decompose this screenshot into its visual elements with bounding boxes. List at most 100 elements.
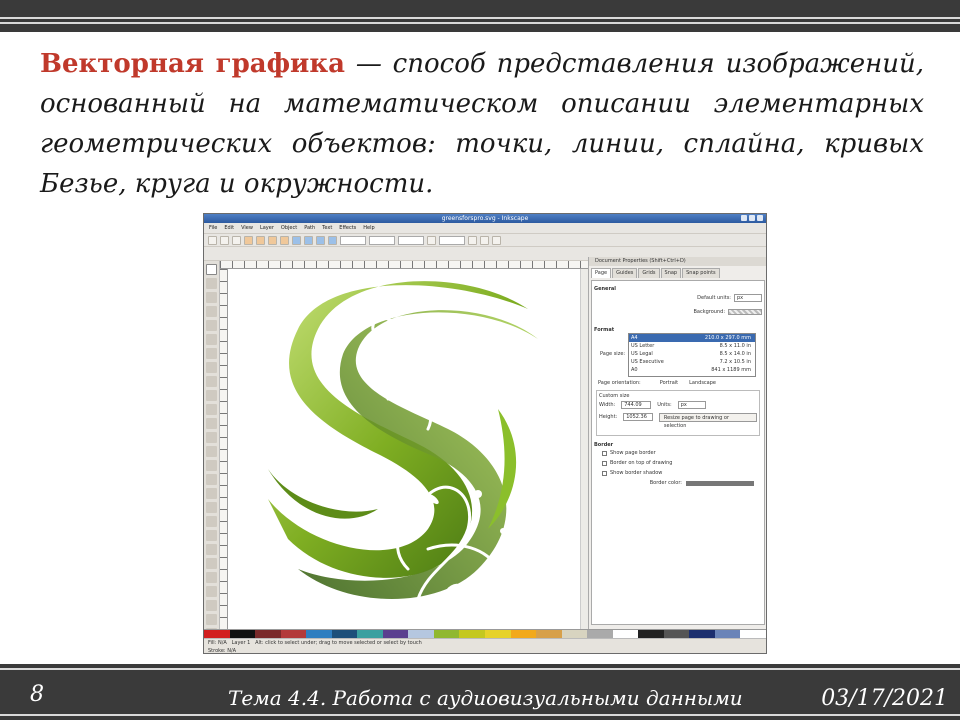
palette-swatch <box>408 630 434 638</box>
border-on-top-checkbox: Border on top of drawing <box>594 458 762 468</box>
page-number: 8 <box>30 682 44 707</box>
palette-swatch <box>485 630 511 638</box>
term: Векторная графика <box>40 49 345 79</box>
menu-item: Edit <box>224 225 235 231</box>
background-row: Background: <box>594 306 762 317</box>
palette-swatch <box>612 630 639 638</box>
palette-swatch <box>714 630 741 638</box>
menu-item: Path <box>304 225 316 231</box>
palette-swatch <box>280 630 307 638</box>
palette-swatch <box>663 630 690 638</box>
menu-item: Effects <box>339 225 357 231</box>
footer-stripe <box>0 714 960 716</box>
menu-item: File <box>209 225 218 231</box>
menu-item: Layer <box>259 225 274 231</box>
palette-swatch <box>689 630 715 638</box>
tool-icon <box>206 544 217 555</box>
layer-name: Layer 1 <box>231 640 251 646</box>
palette-swatch <box>561 630 588 638</box>
top-bar <box>0 0 960 32</box>
page-size-list: A4 210.0 x 297.0 mm US Letter 8.5 x 11.0 in… <box>628 333 756 377</box>
default-units-row: Default units: px <box>594 292 762 303</box>
tool-icon <box>206 432 217 443</box>
page-size-item: A4 210.0 x 297.0 mm <box>629 334 755 342</box>
units-select: px <box>677 401 706 409</box>
tool-icon <box>206 460 217 471</box>
width-row: Width: 744.09 Units: px <box>599 399 757 411</box>
definition-text: Векторная графика — способ представления… <box>40 44 924 204</box>
tool-icon <box>206 390 217 401</box>
dialog-tab: Grids <box>638 268 660 278</box>
tool-icon <box>206 474 217 485</box>
page-size-item: US Letter 8.5 x 11.0 in <box>631 343 751 349</box>
tool-icon <box>206 586 217 597</box>
commands-toolbar <box>204 233 766 247</box>
units-label: Units: <box>657 402 672 408</box>
green-s-artwork <box>268 281 538 601</box>
tool-icon <box>206 614 217 625</box>
palette-swatch <box>587 630 613 638</box>
stroke-label: Stroke: <box>208 648 226 654</box>
menu-item: Object <box>280 225 298 231</box>
dialog-tab: Snap <box>660 268 682 278</box>
fill-label: Fill: <box>208 640 217 646</box>
palette-swatch <box>510 630 537 638</box>
menu-item: Help <box>363 225 375 231</box>
resize-page-button: Resize page to drawing or selection <box>658 412 757 429</box>
tool-icon <box>206 600 217 611</box>
palette-swatch <box>229 630 256 638</box>
width-field: 744.09 <box>621 401 652 409</box>
tool-icon <box>206 516 217 527</box>
footer: 8 Тема 4.4. Работа с аудиовизуальными да… <box>0 664 960 720</box>
width-label: Width: <box>599 402 616 408</box>
dialog-tab: Page <box>591 268 612 278</box>
status-bar: Fill: N/A Layer 1 Alt: click to select u… <box>204 638 766 654</box>
vertical-ruler <box>220 269 228 629</box>
palette-swatch <box>382 630 409 638</box>
tool-icon <box>206 502 217 513</box>
dialog-tab: Snap points <box>682 268 720 278</box>
default-units-label: Default units: <box>697 294 731 301</box>
tool-icon <box>206 418 217 429</box>
portrait-option: Portrait <box>659 379 679 386</box>
page-size-area: Page size: A4 210.0 x 297.0 mm US Letter 8.… <box>594 333 762 377</box>
tool-icon <box>206 278 217 289</box>
height-label: Height: <box>599 414 618 420</box>
top-bar-stripe <box>0 22 960 24</box>
fill-value: N/A <box>217 640 227 646</box>
menu-bar: File Edit View Layer Object Path Text Effects He… <box>204 223 766 233</box>
palette-swatch <box>433 630 460 638</box>
window-title: greensforspro.svg - Inkscape <box>204 214 766 223</box>
border-color-swatch <box>686 480 754 486</box>
tool-icon <box>206 404 217 415</box>
show-border-checkbox: Show page border <box>594 448 762 458</box>
palette-swatch <box>204 630 230 638</box>
slide-date: 03/17/2021 <box>821 686 948 711</box>
tool-icon <box>206 376 217 387</box>
palette-swatch <box>740 630 766 638</box>
tool-icon <box>206 292 217 303</box>
footer-stripe <box>0 668 960 670</box>
border-color-label: Border color: <box>649 480 682 486</box>
tool-icon <box>206 334 217 345</box>
tool-icon <box>206 558 217 569</box>
custom-size-group: Custom size Width: 744.09 Units: px Heig… <box>596 390 760 436</box>
tool-icon <box>206 488 217 499</box>
background-swatch <box>728 308 762 315</box>
dialog-tab: Guides <box>612 268 638 278</box>
default-units-select: px <box>734 293 762 302</box>
menu-item: Text <box>322 225 333 231</box>
palette-swatch <box>357 630 383 638</box>
tool-icon <box>206 446 217 457</box>
tool-icon <box>206 530 217 541</box>
window-controls <box>741 215 763 221</box>
landscape-option: Landscape <box>689 379 716 386</box>
tool-icon <box>206 264 217 275</box>
palette-swatch <box>306 630 332 638</box>
page-size-label: Page size: <box>600 351 626 357</box>
orientation-label: Page orientation: <box>598 379 641 386</box>
top-bar-stripe <box>0 17 960 19</box>
stroke-value: N/A <box>227 648 237 654</box>
palette-swatch <box>255 630 281 638</box>
palette-swatch <box>536 630 562 638</box>
